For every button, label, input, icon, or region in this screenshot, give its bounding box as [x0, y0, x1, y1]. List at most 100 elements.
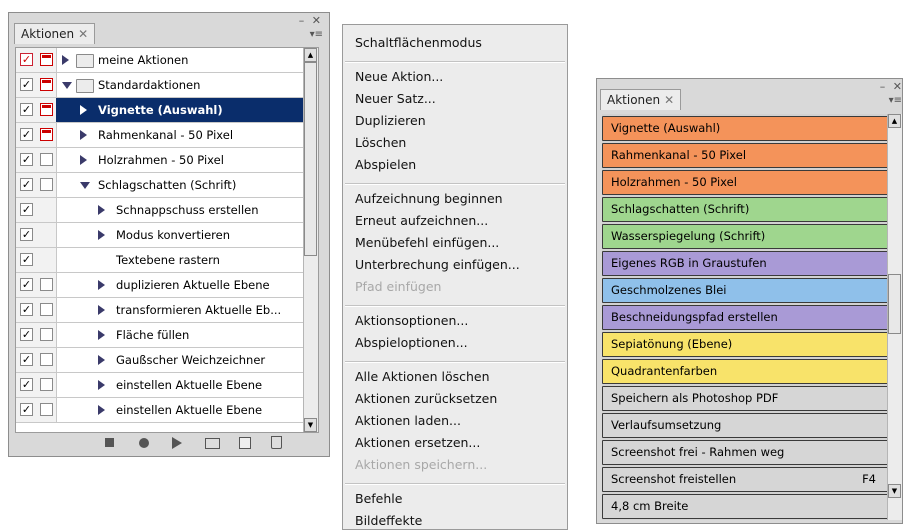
menu-item[interactable]: Erneut aufzeichnen...: [355, 213, 488, 228]
menu-item[interactable]: Duplizieren: [355, 113, 426, 128]
dialog-toggle-icon[interactable]: [40, 78, 53, 91]
tab-aktionen[interactable]: Aktionen ✕: [14, 23, 96, 44]
toggle-item-checkbox[interactable]: ✓: [20, 78, 33, 91]
scrollbar-thumb[interactable]: [304, 62, 317, 256]
toggle-item-checkbox[interactable]: ✓: [20, 328, 33, 341]
menu-item[interactable]: Schaltflächenmodus: [355, 35, 482, 50]
menu-item[interactable]: Aktionsoptionen...: [355, 313, 468, 328]
disclosure-expanded-icon[interactable]: [62, 82, 72, 89]
menu-item[interactable]: Neuer Satz...: [355, 91, 436, 106]
disclosure-collapsed-icon[interactable]: [98, 205, 105, 215]
disclosure-collapsed-icon[interactable]: [80, 130, 87, 140]
panel-menu-icon[interactable]: ▾≡: [889, 95, 902, 106]
trash-icon[interactable]: [271, 436, 282, 449]
toggle-item-checkbox[interactable]: ✓: [20, 278, 33, 291]
dialog-toggle-icon[interactable]: [40, 278, 53, 291]
dialog-toggle-icon[interactable]: [40, 403, 53, 416]
disclosure-collapsed-icon[interactable]: [98, 355, 105, 365]
disclosure-collapsed-icon[interactable]: [98, 405, 105, 415]
action-button[interactable]: Wasserspiegelung (Schrift): [602, 224, 889, 249]
panel-window-controls[interactable]: – ✕: [880, 80, 903, 93]
scroll-up-button[interactable]: ▲: [304, 48, 317, 62]
stop-icon[interactable]: [105, 438, 114, 447]
toggle-item-checkbox[interactable]: ✓: [20, 153, 33, 166]
action-button[interactable]: Speichern als Photoshop PDF: [602, 386, 889, 411]
tab-aktionen[interactable]: Aktionen ✕: [600, 89, 682, 110]
action-row[interactable]: ✓ meine Aktionen: [16, 48, 305, 73]
menu-item[interactable]: Aufzeichnung beginnen: [355, 191, 503, 206]
dialog-toggle-icon[interactable]: [40, 378, 53, 391]
menu-item[interactable]: Aktionen ersetzen...: [355, 435, 480, 450]
menu-item[interactable]: Befehle: [355, 491, 402, 506]
toggle-item-checkbox[interactable]: ✓: [20, 353, 33, 366]
action-button[interactable]: 4,8 cm Breite: [602, 494, 889, 519]
toggle-item-checkbox[interactable]: ✓: [20, 53, 33, 66]
panel-window-controls[interactable]: – ✕: [299, 14, 323, 27]
dialog-toggle-icon[interactable]: [40, 328, 53, 341]
action-row[interactable]: ✓ Gaußscher Weichzeichner: [16, 348, 305, 373]
action-row[interactable]: ✓ Standardaktionen: [16, 73, 305, 98]
menu-item[interactable]: Aktionen laden...: [355, 413, 461, 428]
panel-menu-icon[interactable]: ▾≡: [310, 29, 323, 40]
menu-item[interactable]: Aktionen zurücksetzen: [355, 391, 497, 406]
disclosure-collapsed-icon[interactable]: [98, 280, 105, 290]
action-row[interactable]: ✓ Vignette (Auswahl): [16, 98, 305, 123]
scroll-down-button[interactable]: ▼: [304, 418, 317, 432]
dialog-toggle-icon[interactable]: [40, 353, 53, 366]
disclosure-collapsed-icon[interactable]: [80, 105, 87, 115]
disclosure-collapsed-icon[interactable]: [98, 330, 105, 340]
dialog-toggle-icon[interactable]: [40, 103, 53, 116]
action-row[interactable]: ✓ Schlagschatten (Schrift): [16, 173, 305, 198]
toggle-item-checkbox[interactable]: ✓: [20, 303, 33, 316]
action-button[interactable]: Screenshot frei - Rahmen weg: [602, 440, 889, 465]
action-row[interactable]: ✓ Rahmenkanal - 50 Pixel: [16, 123, 305, 148]
toggle-item-checkbox[interactable]: ✓: [20, 403, 33, 416]
action-button[interactable]: Holzrahmen - 50 Pixel: [602, 170, 889, 195]
dialog-toggle-icon[interactable]: [40, 303, 53, 316]
action-button[interactable]: Eigenes RGB in Graustufen: [602, 251, 889, 276]
action-row[interactable]: ✓ einstellen Aktuelle Ebene: [16, 398, 305, 423]
toggle-item-checkbox[interactable]: ✓: [20, 203, 33, 216]
close-tab-icon[interactable]: ✕: [78, 27, 88, 41]
record-icon[interactable]: [139, 438, 149, 448]
dialog-toggle-icon[interactable]: [40, 178, 53, 191]
action-button[interactable]: Vignette (Auswahl): [602, 116, 889, 141]
menu-item[interactable]: Abspieloptionen...: [355, 335, 468, 350]
menu-item[interactable]: Löschen: [355, 135, 406, 150]
action-button[interactable]: Quadrantenfarben: [602, 359, 889, 384]
action-button[interactable]: Schlagschatten (Schrift): [602, 197, 889, 222]
vertical-scrollbar[interactable]: ▲ ▼: [887, 114, 902, 520]
menu-item[interactable]: Abspielen: [355, 157, 416, 172]
disclosure-collapsed-icon[interactable]: [62, 55, 69, 65]
action-row[interactable]: ✓ Textebene rastern: [16, 248, 305, 273]
toggle-item-checkbox[interactable]: ✓: [20, 178, 33, 191]
disclosure-collapsed-icon[interactable]: [98, 305, 105, 315]
scroll-down-button[interactable]: ▼: [888, 484, 901, 498]
menu-item[interactable]: Unterbrechung einfügen...: [355, 257, 520, 272]
action-row[interactable]: ✓ Schnappschuss erstellen: [16, 198, 305, 223]
action-button[interactable]: Beschneidungspfad erstellen: [602, 305, 889, 330]
dialog-toggle-icon[interactable]: [40, 128, 53, 141]
menu-item[interactable]: Neue Aktion...: [355, 69, 443, 84]
menu-item[interactable]: Alle Aktionen löschen: [355, 369, 490, 384]
new-set-folder-icon[interactable]: [205, 438, 220, 449]
dialog-toggle-icon[interactable]: [40, 53, 53, 66]
action-row[interactable]: ✓ Modus konvertieren: [16, 223, 305, 248]
action-button[interactable]: Screenshot freistellen F4: [602, 467, 889, 492]
action-button[interactable]: Verlaufsumsetzung: [602, 413, 889, 438]
action-row[interactable]: ✓ Holzrahmen - 50 Pixel: [16, 148, 305, 173]
play-icon[interactable]: [172, 437, 182, 449]
action-button[interactable]: Rahmenkanal - 50 Pixel: [602, 143, 889, 168]
toggle-item-checkbox[interactable]: ✓: [20, 253, 33, 266]
disclosure-expanded-icon[interactable]: [80, 182, 90, 189]
disclosure-collapsed-icon[interactable]: [80, 155, 87, 165]
disclosure-collapsed-icon[interactable]: [98, 380, 105, 390]
action-row[interactable]: ✓ einstellen Aktuelle Ebene: [16, 373, 305, 398]
close-tab-icon[interactable]: ✕: [664, 93, 674, 107]
action-row[interactable]: ✓ duplizieren Aktuelle Ebene: [16, 273, 305, 298]
action-button[interactable]: Geschmolzenes Blei: [602, 278, 889, 303]
scroll-up-button[interactable]: ▲: [888, 114, 901, 128]
scrollbar-thumb[interactable]: [888, 274, 901, 334]
action-button[interactable]: Sepiatönung (Ebene): [602, 332, 889, 357]
dialog-toggle-icon[interactable]: [40, 153, 53, 166]
